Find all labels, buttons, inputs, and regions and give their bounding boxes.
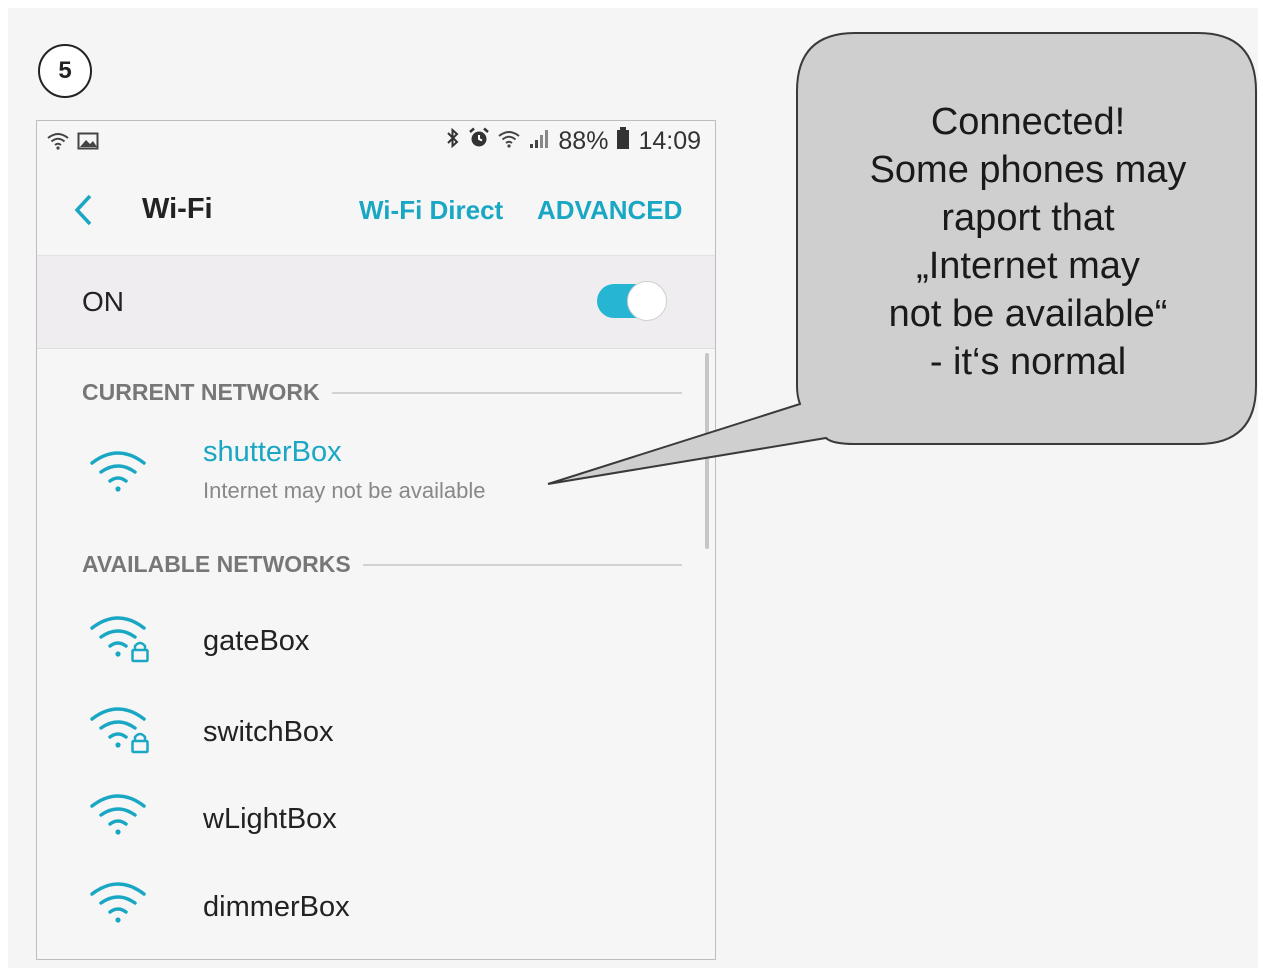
callout-line: raport that <box>941 197 1115 239</box>
callout-text: Connected! Some phones may raport that „… <box>800 98 1256 386</box>
callout-line: - it‘s normal <box>929 341 1127 383</box>
callout-line: „Internet may <box>916 245 1140 287</box>
callout-line: Some phones may <box>869 149 1187 191</box>
callout-line: not be available“ <box>888 293 1168 335</box>
callout-line: Connected! <box>930 101 1126 143</box>
